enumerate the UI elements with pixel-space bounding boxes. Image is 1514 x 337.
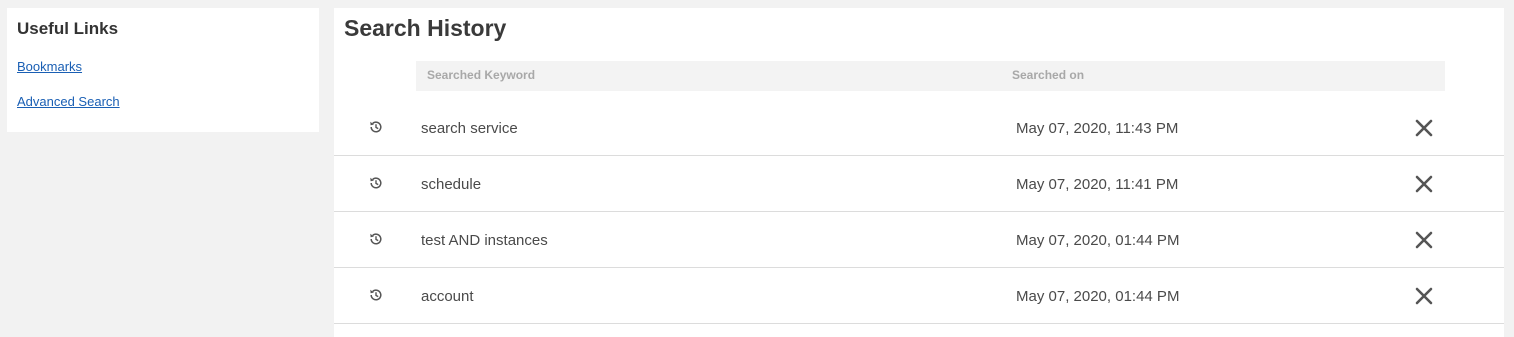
searched-on-date: May 07, 2020, 11:41 PM <box>1016 176 1179 193</box>
table-row: account May 07, 2020, 01:44 PM <box>334 268 1504 324</box>
table-header: Searched Keyword Searched on <box>416 61 1445 91</box>
search-keyword[interactable]: test AND instances <box>421 232 548 249</box>
close-icon[interactable] <box>1414 286 1434 306</box>
useful-links-title: Useful Links <box>17 19 119 38</box>
table-row: search service May 07, 2020, 11:43 PM <box>334 100 1504 156</box>
search-keyword[interactable]: search service <box>421 120 518 137</box>
history-icon[interactable] <box>368 175 384 191</box>
history-icon[interactable] <box>368 119 384 135</box>
table-row: schedule May 07, 2020, 11:41 PM <box>334 156 1504 212</box>
search-history-panel: Search History Searched Keyword Searched… <box>334 8 1504 337</box>
column-header-keyword: Searched Keyword <box>427 68 536 82</box>
close-icon[interactable] <box>1414 118 1434 138</box>
history-icon[interactable] <box>368 231 384 247</box>
searched-on-date: May 07, 2020, 01:44 PM <box>1016 288 1180 305</box>
bookmarks-link[interactable]: Bookmarks <box>17 59 309 75</box>
page-title: Search History <box>344 15 507 41</box>
searched-on-date: May 07, 2020, 01:44 PM <box>1016 232 1180 249</box>
searched-on-date: May 07, 2020, 11:43 PM <box>1016 120 1179 137</box>
close-icon[interactable] <box>1414 230 1434 250</box>
useful-links-list: Bookmarks Advanced Search <box>17 59 309 110</box>
history-icon[interactable] <box>368 287 384 303</box>
advanced-search-link[interactable]: Advanced Search <box>17 94 309 110</box>
column-header-searched-on: Searched on <box>1012 68 1085 82</box>
useful-links-panel: Useful Links Bookmarks Advanced Search <box>7 8 319 132</box>
search-history-list: search service May 07, 2020, 11:43 PM sc… <box>334 100 1504 324</box>
search-keyword[interactable]: schedule <box>421 176 481 193</box>
table-row: test AND instances May 07, 2020, 01:44 P… <box>334 212 1504 268</box>
close-icon[interactable] <box>1414 174 1434 194</box>
search-keyword[interactable]: account <box>421 288 474 305</box>
